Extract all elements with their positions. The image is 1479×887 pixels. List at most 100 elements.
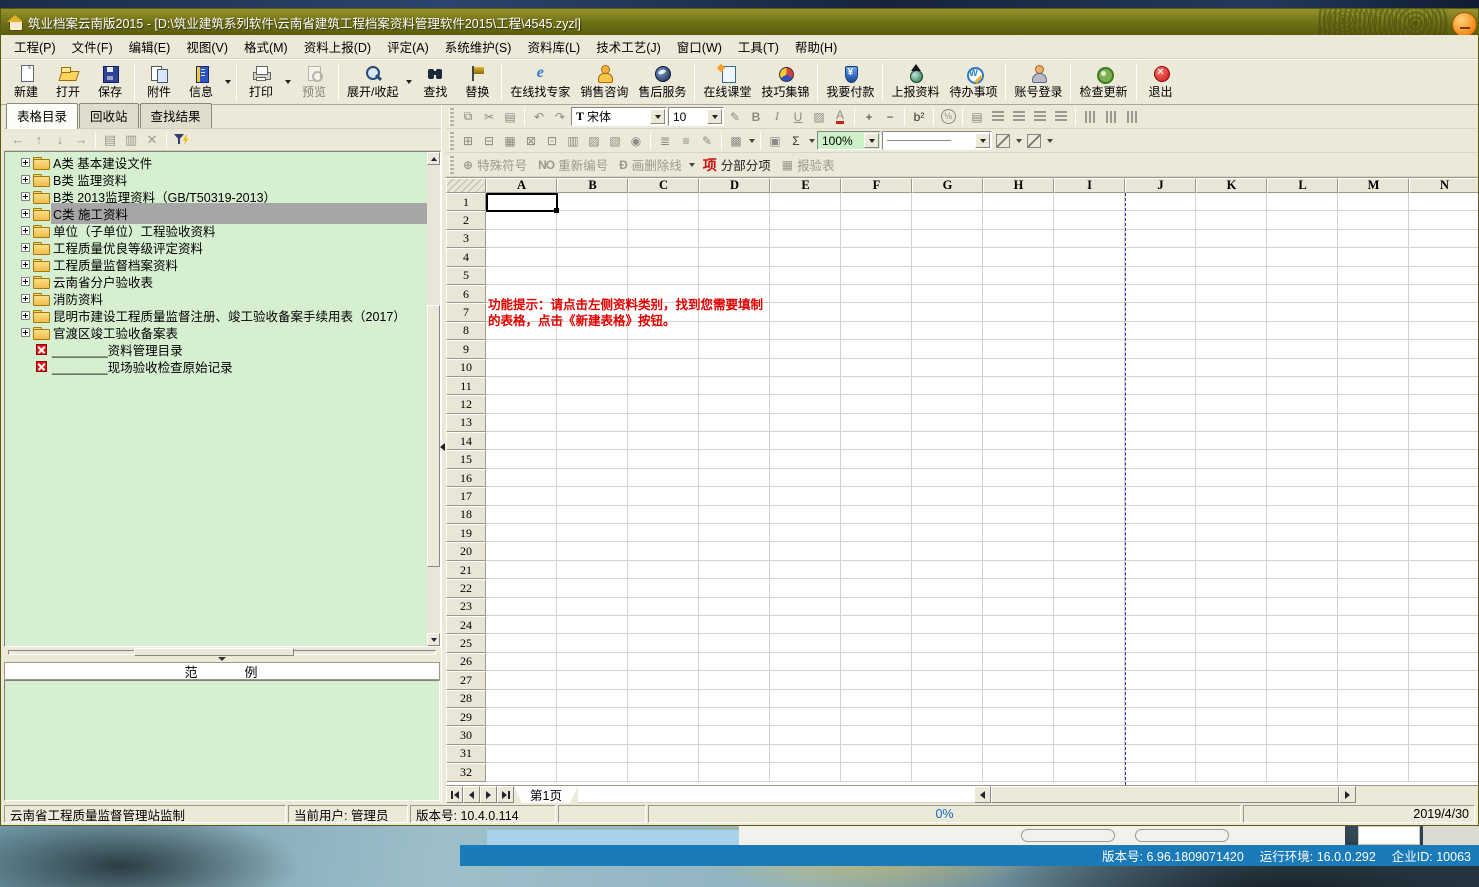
cell-I30[interactable]	[1054, 726, 1125, 744]
merge-align-icon[interactable]: ▤	[967, 107, 987, 127]
vertical-text-icon[interactable]	[1080, 107, 1100, 127]
cell-E23[interactable]	[770, 598, 841, 616]
cell-M29[interactable]	[1338, 708, 1409, 726]
cell-B29[interactable]	[557, 708, 628, 726]
cell-B3[interactable]	[557, 230, 628, 248]
cell-C32[interactable]	[628, 763, 699, 781]
row-header-2[interactable]: 2	[446, 211, 486, 229]
cell-M2[interactable]	[1338, 211, 1409, 229]
cell-D17[interactable]	[699, 487, 770, 505]
cell-J3[interactable]	[1125, 230, 1196, 248]
cell-E32[interactable]	[770, 763, 841, 781]
cell-K3[interactable]	[1196, 230, 1267, 248]
move-forward-icon[interactable]: →	[71, 131, 91, 149]
cell-E4[interactable]	[770, 248, 841, 266]
tree-scrollbar[interactable]	[427, 152, 440, 646]
cell-E11[interactable]	[770, 377, 841, 395]
zoom-select[interactable]: 100%	[817, 131, 881, 150]
expand-plus-icon[interactable]	[21, 226, 30, 235]
cell-E22[interactable]	[770, 579, 841, 597]
underline-icon[interactable]: U	[788, 107, 808, 127]
cell-A25[interactable]	[486, 634, 557, 652]
cell-I28[interactable]	[1054, 690, 1125, 708]
cell-L19[interactable]	[1267, 524, 1338, 542]
menu-item-5[interactable]: 资料上报(D)	[297, 34, 378, 59]
cell-L29[interactable]	[1267, 708, 1338, 726]
cell-D31[interactable]	[699, 745, 770, 763]
cell-G31[interactable]	[912, 745, 983, 763]
sidebar-tab-2[interactable]: 查找结果	[140, 103, 212, 128]
cell-H18[interactable]	[983, 506, 1054, 524]
cell-L7[interactable]	[1267, 303, 1338, 321]
cell-M11[interactable]	[1338, 377, 1409, 395]
attach-button[interactable]: 附件	[138, 61, 180, 103]
cell-F22[interactable]	[841, 579, 912, 597]
cell-E28[interactable]	[770, 690, 841, 708]
grow-font-icon[interactable]: +	[859, 107, 879, 127]
cell-M32[interactable]	[1338, 763, 1409, 781]
cell-N20[interactable]	[1409, 542, 1478, 560]
column-header-N[interactable]: N	[1409, 178, 1478, 193]
split-cells-icon[interactable]: ⊠	[521, 131, 541, 151]
row-header-10[interactable]: 10	[446, 359, 486, 377]
cell-C19[interactable]	[628, 524, 699, 542]
cell-H1[interactable]	[983, 193, 1054, 211]
align-justify-icon[interactable]	[1051, 107, 1071, 127]
last-sheet-icon[interactable]	[497, 786, 514, 803]
cell-G9[interactable]	[912, 340, 983, 358]
expand-plus-icon[interactable]	[21, 175, 30, 184]
cell-B22[interactable]	[557, 579, 628, 597]
fraction-icon[interactable]: ⅛	[938, 107, 958, 127]
cell-B27[interactable]	[557, 671, 628, 689]
cell-F1[interactable]	[841, 193, 912, 211]
cell-G14[interactable]	[912, 432, 983, 450]
cell-D22[interactable]	[699, 579, 770, 597]
cell-E13[interactable]	[770, 414, 841, 432]
cell-J27[interactable]	[1125, 671, 1196, 689]
column-header-F[interactable]: F	[841, 178, 912, 193]
cell-G25[interactable]	[912, 634, 983, 652]
expand-plus-icon[interactable]	[21, 158, 30, 167]
cell-H26[interactable]	[983, 653, 1054, 671]
assistant-ball-icon[interactable]	[1452, 12, 1477, 35]
cell-L12[interactable]	[1267, 395, 1338, 413]
cell-K2[interactable]	[1196, 211, 1267, 229]
cell-J13[interactable]	[1125, 414, 1196, 432]
cell-J14[interactable]	[1125, 432, 1196, 450]
cell-D30[interactable]	[699, 726, 770, 744]
font-color-icon[interactable]: A	[830, 107, 850, 127]
scroll-up-icon[interactable]	[427, 152, 440, 165]
vertical-center-icon[interactable]	[1101, 107, 1121, 127]
cell-F17[interactable]	[841, 487, 912, 505]
cell-I6[interactable]	[1054, 285, 1125, 303]
cell-H30[interactable]	[983, 726, 1054, 744]
cell-F18[interactable]	[841, 506, 912, 524]
cell-M9[interactable]	[1338, 340, 1409, 358]
cell-H17[interactable]	[983, 487, 1054, 505]
collapse-left-icon[interactable]	[440, 443, 445, 451]
cell-C13[interactable]	[628, 414, 699, 432]
cell-L11[interactable]	[1267, 377, 1338, 395]
lock-cell-icon[interactable]: ◉	[626, 131, 646, 151]
cell-K25[interactable]	[1196, 634, 1267, 652]
cell-K31[interactable]	[1196, 745, 1267, 763]
cell-A26[interactable]	[486, 653, 557, 671]
cell-M13[interactable]	[1338, 414, 1409, 432]
cell-F26[interactable]	[841, 653, 912, 671]
cell-D1[interactable]	[699, 193, 770, 211]
cell-C14[interactable]	[628, 432, 699, 450]
cell-A20[interactable]	[486, 542, 557, 560]
cell-N7[interactable]	[1409, 303, 1478, 321]
expand-plus-icon[interactable]	[21, 260, 30, 269]
menu-item-12[interactable]: 帮助(H)	[788, 34, 844, 59]
shrink-font-icon[interactable]: −	[880, 107, 900, 127]
next-sheet-icon[interactable]	[480, 786, 497, 803]
cell-J21[interactable]	[1125, 561, 1196, 579]
dropdown-arrow-icon[interactable]	[403, 61, 414, 103]
cell-B19[interactable]	[557, 524, 628, 542]
cell-A16[interactable]	[486, 469, 557, 487]
cell-H10[interactable]	[983, 359, 1054, 377]
cell-L20[interactable]	[1267, 542, 1338, 560]
cell-B4[interactable]	[557, 248, 628, 266]
cell-F11[interactable]	[841, 377, 912, 395]
